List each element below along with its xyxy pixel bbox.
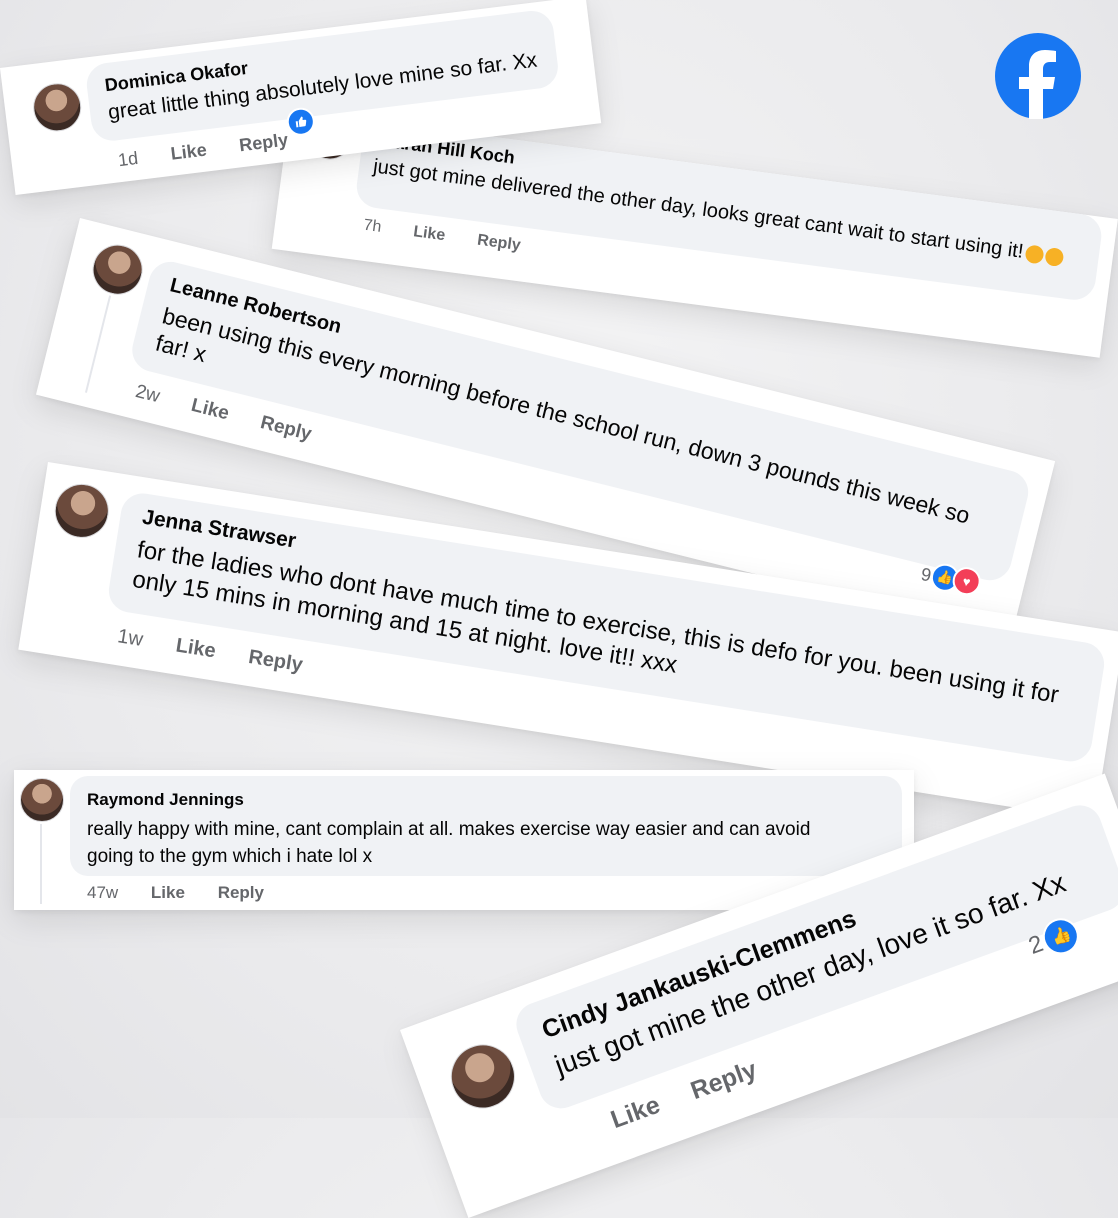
- thread-line: [84, 295, 112, 393]
- reply-button[interactable]: Reply: [476, 232, 521, 255]
- avatar: [87, 239, 148, 300]
- reply-button[interactable]: Reply: [258, 412, 313, 445]
- like-button[interactable]: Like: [151, 883, 185, 902]
- timestamp: [581, 1117, 591, 1143]
- comment-card: Raymond Jennings really happy with mine,…: [14, 770, 914, 910]
- timestamp: 1w: [115, 625, 145, 651]
- facebook-logo-icon: [995, 33, 1081, 119]
- reply-button[interactable]: Reply: [687, 1056, 761, 1106]
- laughing-face-emoji-icon: [1043, 246, 1065, 267]
- timestamp: 1d: [116, 147, 140, 171]
- reply-button[interactable]: Reply: [238, 130, 289, 156]
- commenter-name[interactable]: Raymond Jennings: [87, 790, 244, 810]
- avatar: [30, 80, 84, 135]
- like-button[interactable]: Like: [174, 634, 217, 662]
- reply-button[interactable]: Reply: [247, 646, 304, 676]
- like-button[interactable]: Like: [170, 140, 208, 164]
- like-button[interactable]: Like: [607, 1091, 664, 1134]
- avatar: [50, 479, 113, 542]
- comment-text: just got mine delivered the other day, l…: [372, 155, 1065, 269]
- timestamp: 7h: [362, 216, 383, 236]
- reply-button[interactable]: Reply: [218, 883, 264, 902]
- comment-bubble: Dominica Okafor great little thing absol…: [84, 8, 561, 144]
- timestamp: 47w: [87, 883, 119, 902]
- avatar: [20, 778, 64, 822]
- thread-line: [40, 824, 42, 904]
- comment-actions: 47w Like Reply: [87, 883, 292, 903]
- timestamp: 2w: [133, 380, 162, 408]
- comment-text: really happy with mine, cant complain at…: [87, 819, 811, 867]
- comment-bubble: Sarah Hill Koch just got mine delivered …: [354, 119, 1104, 303]
- comment-bubble: Raymond Jennings really happy with mine,…: [70, 776, 902, 876]
- like-button[interactable]: Like: [412, 223, 446, 244]
- like-button[interactable]: Like: [189, 395, 231, 425]
- avatar: [441, 1035, 524, 1118]
- upside-down-face-emoji-icon: [1023, 243, 1045, 265]
